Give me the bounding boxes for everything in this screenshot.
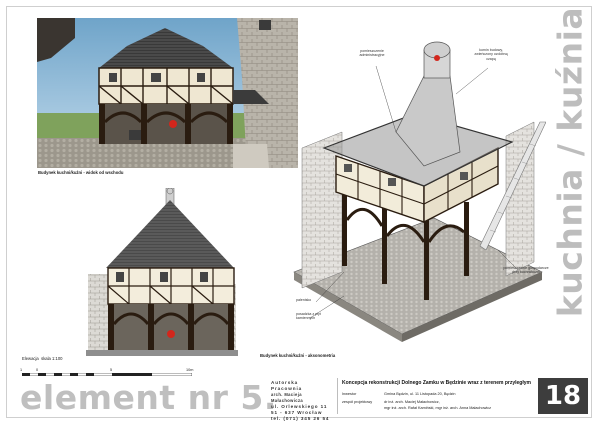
axonometric-drawing	[284, 36, 546, 354]
elevation-label: Elewacja skala 1:100	[22, 356, 63, 361]
note-hearth: palenisko	[296, 298, 312, 302]
investor-value: Gmina Będzin, ul. 11 Listopada 20, Będzi…	[384, 392, 456, 396]
scale-tick-1: 1	[20, 368, 23, 372]
authors-block: Autorska Pracownia arch. Macieja Małacho…	[271, 380, 331, 422]
vertical-title-text: kuchnia / kuźnia	[550, 6, 590, 318]
team-label: zespół projektowy	[342, 400, 373, 404]
view-east-caption: Budynek kuchni/kuźni - widok od wschodu	[38, 170, 124, 175]
elevation-scale-text: skala 1:100	[41, 356, 63, 361]
elevation-label-text: Elewacja	[22, 356, 39, 361]
perspective-render	[37, 18, 298, 168]
vertical-title: kuchnia / kuźnia	[548, 7, 592, 317]
element-label: element nr 5.	[20, 378, 277, 417]
axonometry-caption: Budynek kuchni/kuźni - aksonometria	[260, 353, 336, 358]
elevation-drawing	[86, 188, 238, 356]
scale-bar	[21, 363, 193, 377]
note-floor: posadzka z płyt kamiennych	[296, 312, 321, 321]
title-divider	[337, 378, 338, 414]
note-admin-room: pomieszczenie administracyjne	[359, 49, 385, 58]
project-title: Koncepcja rekonstrukcji Dolnego Zamku w …	[342, 380, 531, 386]
investor-label: Inwestor	[342, 392, 357, 396]
authors-line-1: Autorska Pracownia	[271, 380, 303, 391]
team-line-2: mgr inż. arch. Rafał Kamiński, mgr inż. …	[384, 406, 491, 410]
scale-tick-10m: 10m	[186, 368, 194, 372]
authors-line-2: arch. Macieja Małachowicza	[271, 392, 304, 403]
scale-tick-0: 0	[36, 368, 39, 372]
sheet-number: 18	[538, 378, 588, 414]
scale-tick-5: 5	[110, 368, 113, 372]
team-line-1: dr inż. arch. Maciej Małachowicz,	[384, 400, 440, 404]
authors-line-5: tel. (071) 345 26 54	[271, 416, 330, 421]
drawing-sheet: kuchnia / kuźnia Budynek kuchni/kuźni - …	[0, 0, 600, 424]
note-chimney: komin budowy, zwieńczony ozdobną czapą	[474, 48, 508, 61]
note-storage: pomieszczenie gospodarcze przy kuchni/ku…	[503, 266, 549, 275]
